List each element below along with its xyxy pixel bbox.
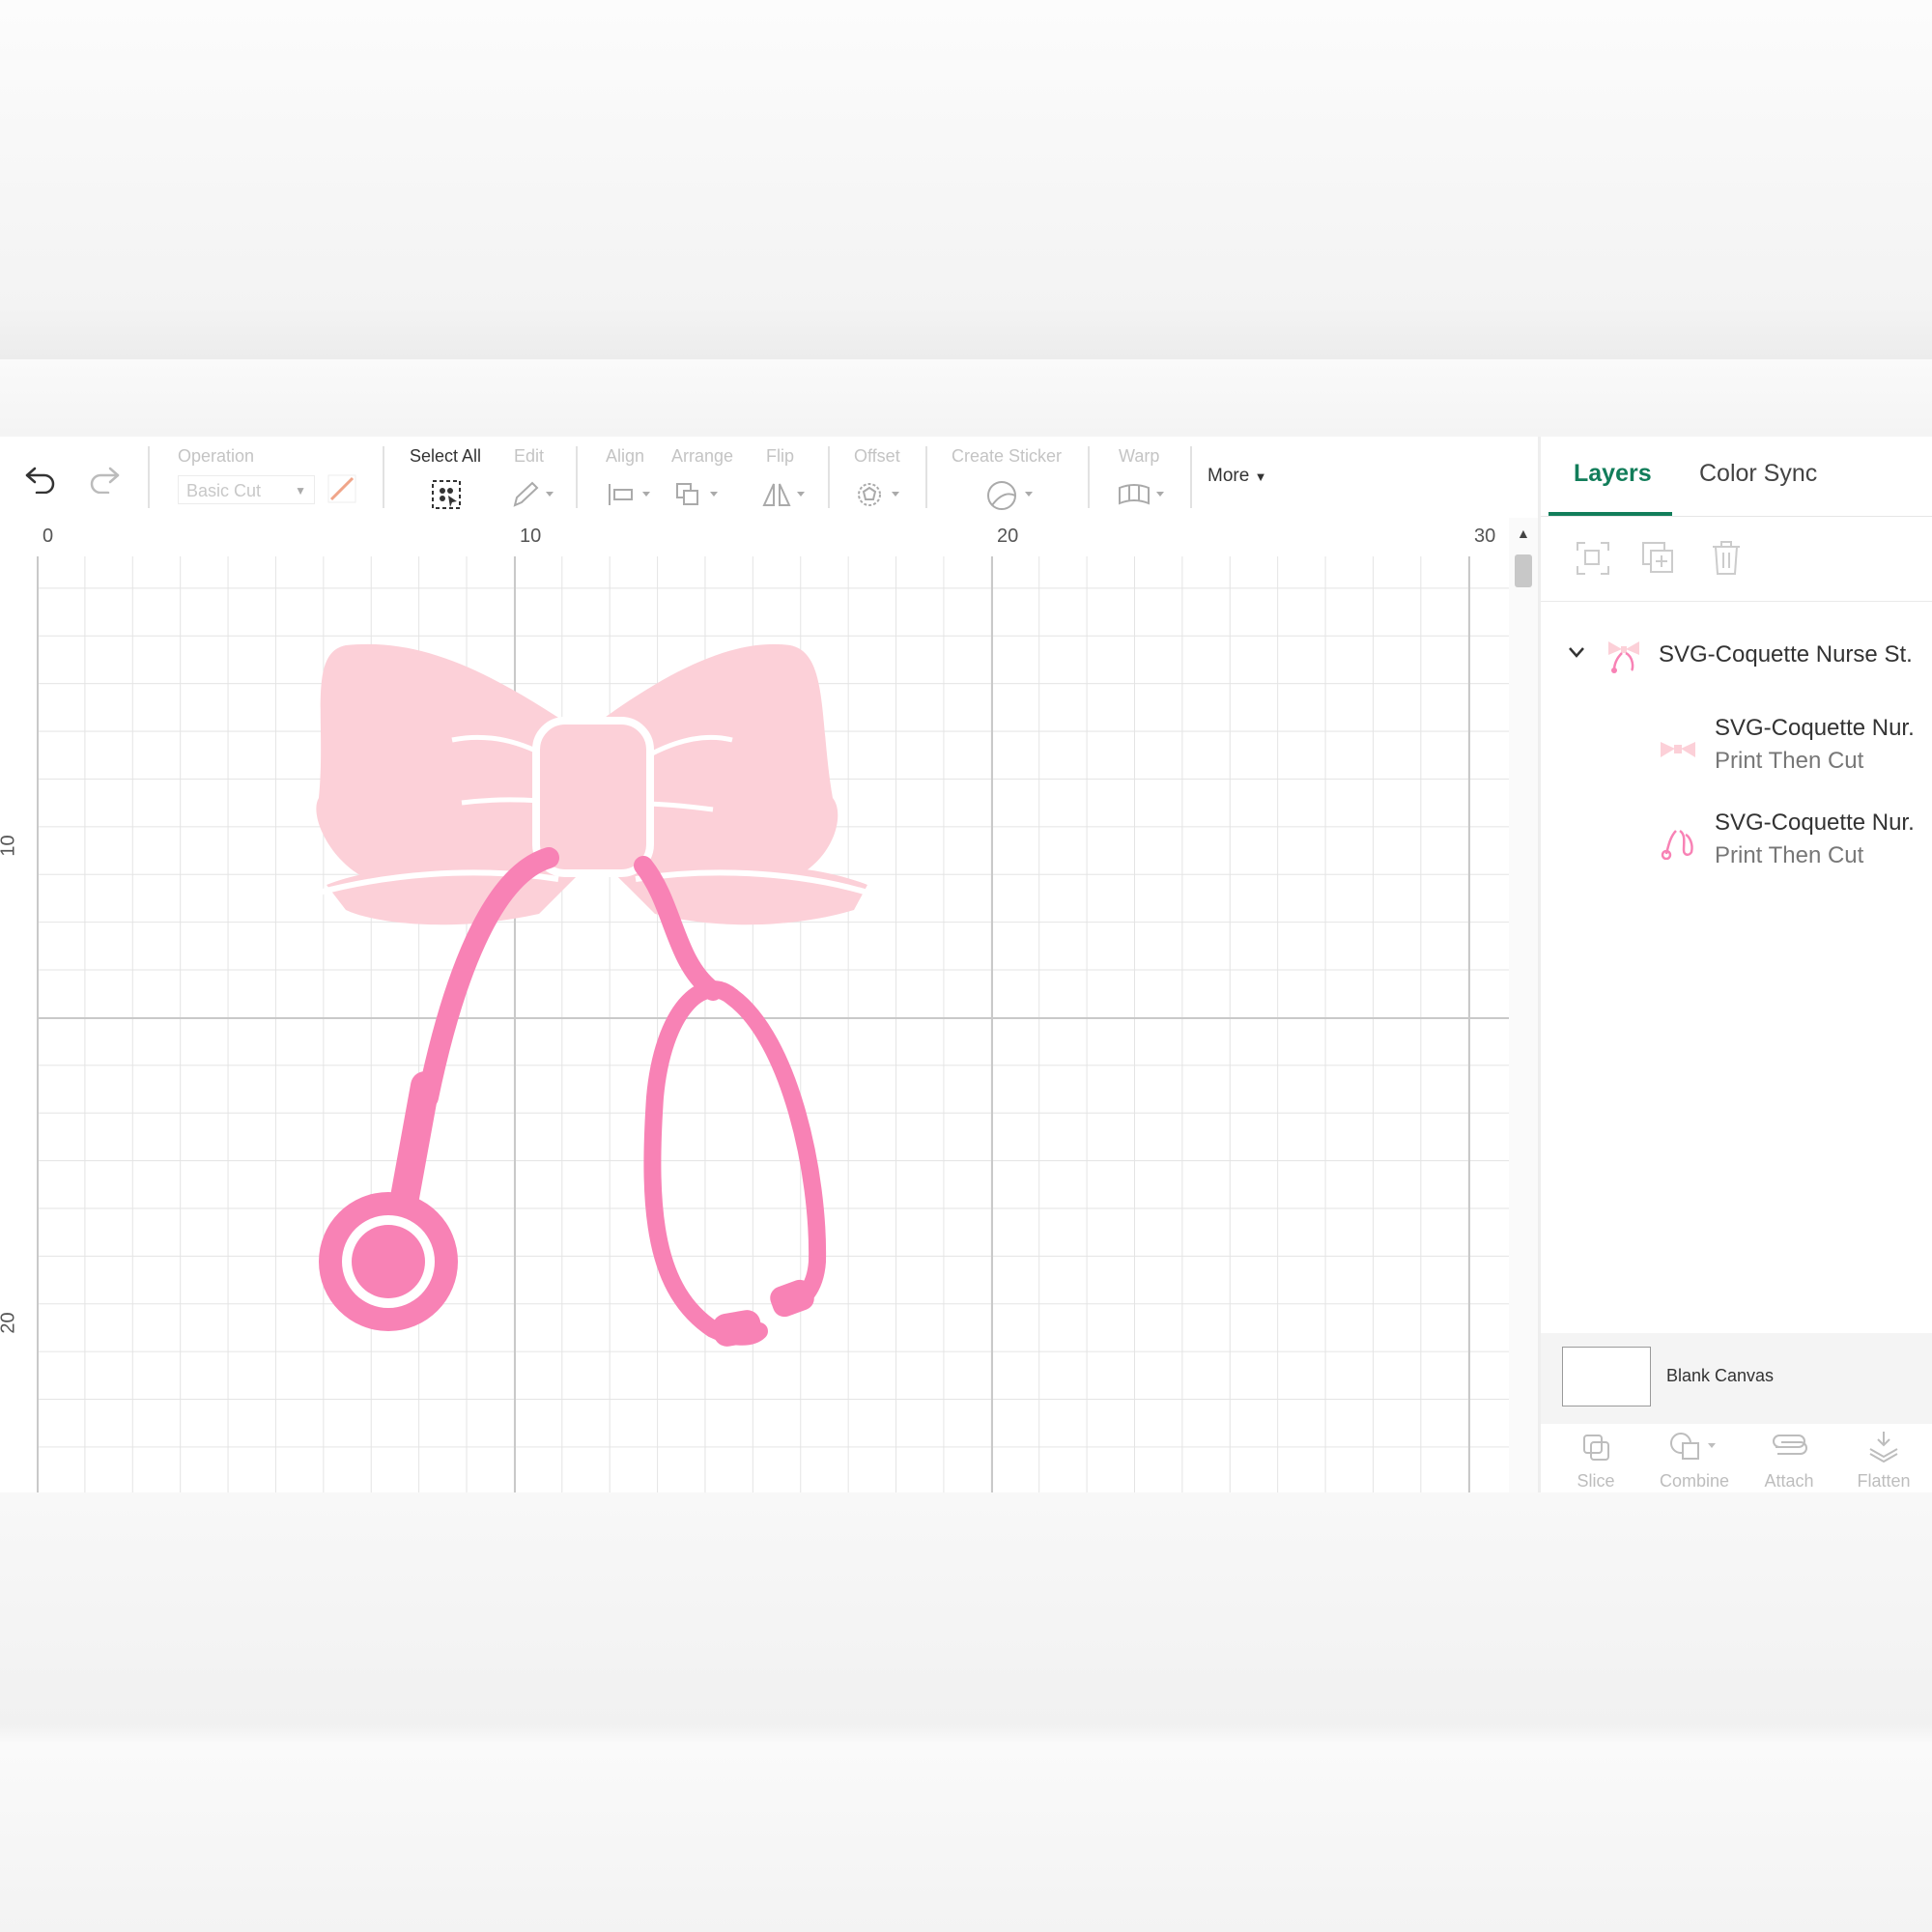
operation-label: Operation (178, 446, 255, 466)
slice-label: Slice (1577, 1471, 1615, 1491)
flip-label: Flip (766, 446, 795, 466)
vertical-ruler: 10 20 (0, 556, 38, 1492)
attach-icon (1773, 1435, 1807, 1455)
toolbar-divider (148, 446, 150, 508)
group-icon[interactable] (1574, 539, 1612, 578)
operation-color-swatch[interactable] (325, 471, 359, 506)
layer-tools (1541, 533, 1932, 587)
arrange-icon[interactable] (672, 475, 721, 514)
duplicate-icon[interactable] (1639, 539, 1678, 578)
layer-item[interactable]: SVG-Coquette Nur. Print Then Cut (1541, 715, 1932, 792)
layer-name: SVG-Coquette Nur. (1715, 715, 1915, 741)
toolbar-divider (383, 446, 384, 508)
toolbar-divider (828, 446, 830, 508)
ruler-mark: 10 (520, 526, 542, 547)
tab-color-sync[interactable]: Color Sync (1699, 460, 1817, 488)
background-wall-bottom (0, 1492, 1932, 1932)
ruler-mark: 10 (0, 835, 19, 857)
bottom-toolbar: Slice Combine Attach Flatten (1541, 1424, 1932, 1492)
combine-label: Combine (1659, 1471, 1730, 1491)
attach-label: Attach (1764, 1471, 1814, 1491)
toolbar-divider (925, 446, 927, 508)
canvas-swatch[interactable] (1562, 1347, 1651, 1406)
scrollbar-thumb[interactable] (1515, 554, 1532, 587)
toolbar-divider (1190, 446, 1192, 508)
horizontal-ruler: 0 10 20 30 (0, 518, 1509, 557)
panel-divider (1541, 516, 1932, 517)
more-menu-button[interactable]: More ▼ (1208, 466, 1266, 487)
attach-button[interactable]: Attach (1746, 1430, 1833, 1492)
layer-operation: Print Then Cut (1715, 748, 1864, 774)
flip-icon[interactable] (759, 475, 808, 514)
layer-item[interactable]: SVG-Coquette Nur. Print Then Cut (1541, 810, 1932, 887)
align-icon[interactable] (605, 475, 653, 514)
canvas-vertical-scrollbar[interactable]: ▲ (1509, 518, 1538, 1492)
layers-panel: Layers Color Sync SVG-Coquette Nurse St. (1538, 437, 1932, 1492)
offset-icon[interactable] (854, 475, 902, 514)
arrange-label: Arrange (671, 446, 734, 466)
select-all-label: Select All (410, 446, 482, 466)
delete-trash-icon[interactable] (1707, 539, 1746, 578)
background-wall (0, 0, 1932, 359)
undo-icon[interactable] (21, 460, 60, 498)
operation-value: Basic Cut (186, 481, 262, 500)
more-label: More (1208, 466, 1250, 486)
chevron-down-icon[interactable] (1566, 641, 1587, 668)
stethoscope-layer[interactable] (319, 847, 827, 1349)
chevron-down-icon: ▼ (295, 484, 306, 497)
redo-icon[interactable] (85, 460, 124, 498)
ruler-mark: 30 (1474, 526, 1496, 547)
design-space-window: Operation Basic Cut ▼ Select All Edit Al… (0, 437, 1932, 1492)
create-sticker-label: Create Sticker (952, 446, 1063, 466)
background-frame (0, 359, 1932, 437)
layer-name: SVG-Coquette Nur. (1715, 810, 1915, 836)
slice-icon (1583, 1435, 1609, 1461)
blank-canvas-row[interactable]: Blank Canvas (1541, 1333, 1932, 1424)
caret-down-icon: ▼ (1254, 469, 1267, 484)
blank-canvas-label: Blank Canvas (1666, 1366, 1775, 1385)
bow-layer[interactable] (316, 643, 868, 925)
combine-button[interactable]: Combine (1651, 1430, 1738, 1492)
edit-pencil-icon[interactable] (508, 475, 556, 514)
slice-button[interactable]: Slice (1552, 1430, 1639, 1492)
edit-label: Edit (514, 446, 545, 466)
toolbar-divider (576, 446, 578, 508)
ruler-mark: 20 (0, 1312, 19, 1334)
layer-group-row[interactable]: SVG-Coquette Nurse St. (1541, 630, 1932, 684)
ruler-mark: 20 (997, 526, 1019, 547)
align-label: Align (606, 446, 645, 466)
scroll-up-icon[interactable]: ▲ (1517, 526, 1530, 541)
panel-divider (1541, 601, 1932, 602)
stethoscope-thumbnail-icon (1659, 827, 1697, 865)
combine-icon (1670, 1433, 1716, 1460)
edit-toolbar: Operation Basic Cut ▼ Select All Edit Al… (0, 437, 1538, 519)
ruler-mark: 0 (43, 526, 54, 547)
bow-thumbnail-icon (1659, 736, 1697, 768)
design-canvas[interactable] (37, 556, 1509, 1492)
select-all-icon[interactable] (427, 475, 466, 514)
layer-group-title: SVG-Coquette Nurse St. (1659, 641, 1913, 668)
flatten-label: Flatten (1857, 1471, 1911, 1491)
flatten-button[interactable]: Flatten (1840, 1430, 1927, 1492)
tab-layers[interactable]: Layers (1574, 460, 1652, 488)
group-thumbnail-icon (1605, 636, 1643, 679)
warp-label: Warp (1119, 446, 1160, 466)
operation-select[interactable]: Basic Cut ▼ (178, 475, 315, 504)
sticker-icon[interactable] (983, 475, 1037, 514)
coquette-nurse-design[interactable] (37, 556, 1509, 1492)
toolbar-divider (1088, 446, 1090, 508)
warp-icon[interactable] (1115, 475, 1169, 514)
layer-operation: Print Then Cut (1715, 842, 1864, 868)
offset-label: Offset (854, 446, 900, 466)
flatten-icon (1869, 1432, 1898, 1463)
